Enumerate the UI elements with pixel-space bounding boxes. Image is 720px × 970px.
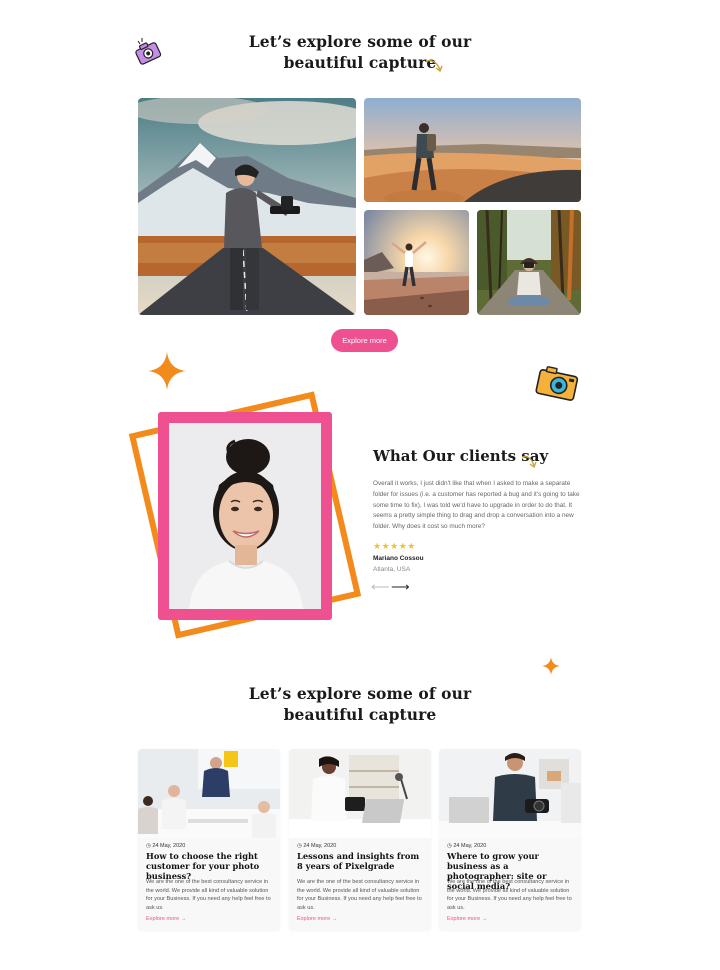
gallery-heading-line1: Let’s explore some of our [248, 32, 472, 51]
blog-card-explore-link[interactable]: Explore more → [447, 916, 487, 922]
photo-camera-icon [132, 36, 164, 68]
blog-card-image [439, 749, 581, 838]
blog-card-date-text: 24 May, 2020 [453, 843, 487, 849]
blog-card-title[interactable]: Lessons and insights from 8 years of Pix… [297, 851, 425, 871]
blog-heading-line1: Let’s explore some of our [248, 684, 472, 703]
sparkle-star-icon [542, 657, 560, 675]
rating-stars: ★★★★★ [373, 541, 416, 551]
blog-card-date-text: 24 May, 2020 [303, 843, 337, 849]
next-arrow-button[interactable]: ⟶ [391, 579, 410, 595]
clock-icon: ◷ [146, 843, 151, 849]
blog-card-image [289, 749, 431, 838]
blog-card[interactable]: ◷ 24 May, 2020 How to choose the right c… [138, 749, 280, 930]
curved-arrow-icon [425, 60, 443, 73]
testimonial-author: Mariano Cossou [373, 555, 424, 562]
blog-card-excerpt: We are the one of the best consultancy s… [146, 879, 271, 911]
blog-card[interactable]: ◷ 24 May, 2020 Lessons and insights from… [289, 749, 431, 930]
gallery-photo-mountain-road[interactable] [138, 98, 356, 315]
testimonial-location: Atlanta, USA [373, 566, 411, 573]
clock-icon: ◷ [447, 843, 452, 849]
blog-card-title[interactable]: How to choose the right customer for you… [146, 851, 274, 881]
gallery-photo-sunset-beach[interactable] [364, 210, 469, 315]
gallery-heading-line2: beautiful capture [283, 53, 437, 72]
blog-card-image [138, 749, 280, 838]
blog-card-date: ◷ 24 May, 2020 [297, 843, 336, 849]
blog-card-date: ◷ 24 May, 2020 [146, 843, 185, 849]
testimonial-quote: Overall it works, I just didn't like tha… [373, 480, 580, 531]
blog-heading-line2: beautiful capture [283, 705, 437, 724]
clock-icon: ◷ [297, 843, 302, 849]
blog-card-date: ◷ 24 May, 2020 [447, 843, 486, 849]
blog-card-explore-link[interactable]: Explore more → [297, 916, 337, 922]
curved-arrow-icon [521, 456, 537, 469]
explore-more-button[interactable]: Explore more [331, 329, 398, 352]
blog-card[interactable]: ◷ 24 May, 2020 Where to grow your busine… [439, 749, 581, 930]
prev-arrow-button[interactable]: ⟵ [371, 579, 390, 595]
blog-card-excerpt: We are the one of the best consultancy s… [297, 879, 422, 911]
testimonial-portrait [158, 412, 332, 620]
blog-card-date-text: 24 May, 2020 [152, 843, 186, 849]
gallery-heading: Let’s explore some of our beautiful capt… [230, 31, 490, 73]
blog-card-excerpt: We are the one of the best consultancy s… [447, 879, 572, 911]
camera-doodle-icon [535, 366, 579, 401]
sparkle-star-icon [148, 352, 186, 390]
blog-card-explore-link[interactable]: Explore more → [146, 916, 186, 922]
gallery-photo-forest-photographer[interactable] [477, 210, 581, 315]
gallery-photo-desert-hiker[interactable] [364, 98, 581, 202]
blog-heading: Let’s explore some of our beautiful capt… [230, 683, 490, 725]
